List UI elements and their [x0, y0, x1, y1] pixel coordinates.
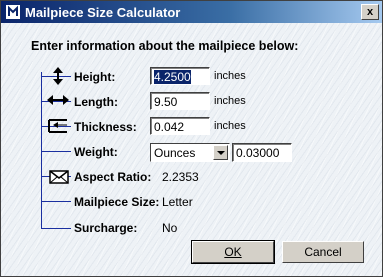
- thickness-input[interactable]: 0.042: [150, 117, 210, 135]
- tree-branch: [41, 228, 71, 229]
- tree-branch: [41, 151, 71, 152]
- height-unit: inches: [214, 70, 246, 82]
- window-title: Mailpiece Size Calculator: [25, 5, 181, 20]
- length-label: Length:: [74, 95, 118, 109]
- length-arrows-icon: [47, 95, 69, 105]
- instruction-text: Enter information about the mailpiece be…: [31, 39, 299, 53]
- chevron-down-icon[interactable]: [213, 145, 228, 160]
- dialog-window: Mailpiece Size Calculator x Enter inform…: [0, 0, 383, 277]
- tree-branch: [41, 201, 71, 202]
- weight-input[interactable]: 0.03000: [232, 143, 292, 162]
- envelope-icon: [49, 170, 69, 184]
- height-input[interactable]: 4.2500: [150, 67, 210, 85]
- app-icon: [6, 5, 20, 19]
- thickness-unit: inches: [214, 120, 246, 132]
- ok-button[interactable]: OK: [191, 240, 275, 264]
- weight-unit-select[interactable]: Ounces: [150, 143, 230, 162]
- weight-unit-value: Ounces: [154, 146, 196, 160]
- length-input[interactable]: 9.50: [150, 92, 210, 110]
- thickness-label: Thickness:: [74, 120, 137, 134]
- aspect-ratio-label: Aspect Ratio:: [74, 170, 152, 184]
- length-unit: inches: [214, 95, 246, 107]
- close-button[interactable]: x: [361, 4, 379, 20]
- thickness-icon: [48, 119, 67, 133]
- cancel-button[interactable]: Cancel: [282, 241, 364, 263]
- aspect-ratio-value: 2.2353: [162, 170, 199, 184]
- weight-label: Weight:: [74, 145, 118, 159]
- mailpiece-size-value: Letter: [162, 195, 193, 209]
- height-arrows-icon: [53, 67, 63, 85]
- height-label: Height:: [74, 70, 116, 84]
- surcharge-label: Surcharge:: [74, 221, 138, 235]
- title-bar[interactable]: Mailpiece Size Calculator x: [1, 1, 382, 23]
- mailpiece-size-label: Mailpiece Size:: [74, 195, 160, 209]
- surcharge-value: No: [162, 221, 178, 235]
- close-icon: x: [366, 6, 374, 18]
